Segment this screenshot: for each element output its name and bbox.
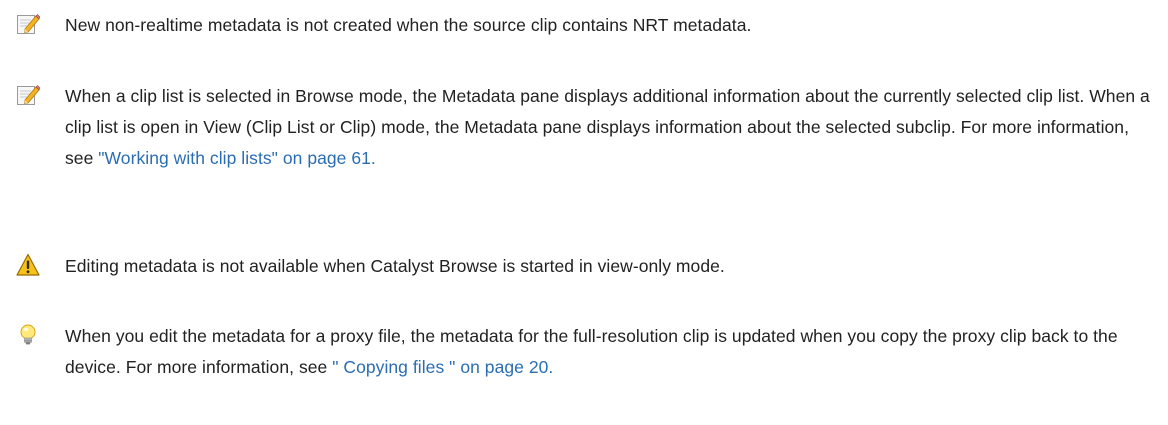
note-pencil-icon <box>16 12 41 36</box>
note-pencil-icon <box>16 83 41 107</box>
link-working-with-clip-lists[interactable]: "Working with clip lists" on page 61. <box>98 148 376 168</box>
warning-text: Editing metadata is not available when C… <box>65 256 725 276</box>
warning-view-only-mode: Editing metadata is not available when C… <box>16 251 1156 282</box>
warning-icon <box>16 253 40 277</box>
tip-proxy-metadata: When you edit the metadata for a proxy f… <box>16 321 1156 383</box>
note-clip-list-metadata: When a clip list is selected in Browse m… <box>16 81 1156 174</box>
link-copying-files[interactable]: " Copying files " on page 20. <box>332 357 553 377</box>
note-text: When a clip list is selected in Browse m… <box>65 81 1156 174</box>
note-nrt-metadata: New non-realtime metadata is not created… <box>16 10 1156 41</box>
tip-text: When you edit the metadata for a proxy f… <box>65 321 1156 383</box>
note-text: New non-realtime metadata is not created… <box>65 15 752 35</box>
tip-text-body: When you edit the metadata for a proxy f… <box>65 326 1118 377</box>
lightbulb-tip-icon <box>16 323 40 347</box>
